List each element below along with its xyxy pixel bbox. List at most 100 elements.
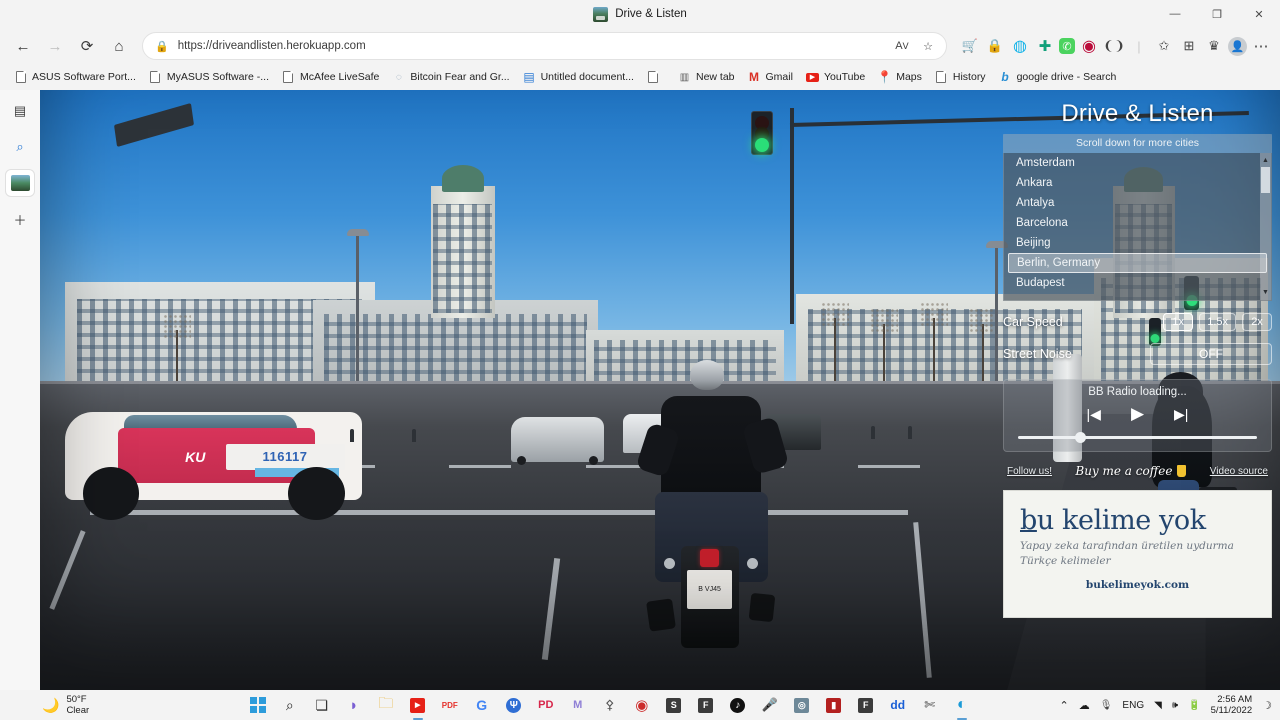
profile-avatar[interactable]: 👤 bbox=[1228, 36, 1247, 56]
audacity-icon[interactable]: ▮ bbox=[823, 694, 845, 716]
shopping-cart-icon[interactable]: 🛒 bbox=[959, 35, 981, 57]
next-track-icon[interactable]: ▶| bbox=[1174, 406, 1188, 423]
snipping-tool-icon[interactable]: ✄ bbox=[919, 694, 941, 716]
scroll-up-arrow-icon[interactable]: ▲ bbox=[1261, 155, 1270, 166]
maximize-button[interactable]: ❐ bbox=[1196, 0, 1238, 28]
buy-me-a-coffee-link[interactable]: Buy me a coffee bbox=[1075, 464, 1187, 478]
voice-recorder-icon[interactable]: ◉ bbox=[631, 694, 653, 716]
back-button[interactable]: ← bbox=[8, 31, 38, 61]
wifi-icon[interactable]: ◥ bbox=[1154, 700, 1162, 711]
chat-icon[interactable]: ◗ bbox=[343, 694, 365, 716]
search-icon[interactable]: ⌕ bbox=[6, 134, 34, 160]
volume-icon[interactable]: 🕪 bbox=[1172, 700, 1178, 711]
bookmark-item[interactable]: M Gmail bbox=[742, 68, 799, 87]
follow-us-link[interactable]: Follow us! bbox=[1007, 466, 1052, 477]
buy-me-a-coffee-label: Buy me a coffee bbox=[1075, 464, 1173, 478]
language-indicator[interactable]: ENG bbox=[1122, 700, 1144, 711]
ilovepdf-icon[interactable]: PDF bbox=[439, 694, 461, 716]
bookmark-item[interactable]: ▤ Untitled document... bbox=[517, 68, 640, 87]
speed-1.5x-button[interactable]: 1.5x bbox=[1199, 313, 1236, 331]
wondershare-icon[interactable]: Ψ bbox=[503, 694, 525, 716]
volume-slider[interactable] bbox=[1018, 432, 1257, 443]
scroll-down-arrow-icon[interactable]: ▼ bbox=[1261, 287, 1270, 298]
bookmark-item[interactable]: ◌ Bitcoin Fear and Gr... bbox=[386, 68, 515, 87]
bookmark-item[interactable]: 📍 Maps bbox=[872, 68, 928, 87]
plus-icon[interactable]: ✚ bbox=[1034, 35, 1056, 57]
address-bar[interactable]: 🔒 https://driveandlisten.herokuapp.com A… bbox=[142, 32, 947, 60]
facebook-icon[interactable]: F bbox=[855, 694, 877, 716]
filmora-icon[interactable]: M bbox=[567, 694, 589, 716]
favorite-star-icon[interactable]: ☆ bbox=[916, 34, 940, 58]
city-list[interactable]: Amsterdam Ankara Antalya Barcelona Beiji… bbox=[1003, 153, 1272, 301]
city-option-ankara[interactable]: Ankara bbox=[1004, 173, 1271, 193]
bookmark-item[interactable]: b google drive - Search bbox=[993, 68, 1123, 87]
notification-bell-icon[interactable]: ☽ bbox=[1262, 699, 1272, 712]
start-button[interactable] bbox=[247, 694, 269, 716]
battery-icon[interactable]: 🔋 bbox=[1188, 700, 1200, 711]
bookmark-item[interactable]: MyASUS Software -... bbox=[143, 68, 275, 87]
city-option-beijing[interactable]: Beijing bbox=[1004, 233, 1271, 253]
video-source-link[interactable]: Video source bbox=[1210, 466, 1268, 477]
clock[interactable]: 2:56 AM 5/11/2022 bbox=[1211, 694, 1253, 716]
city-selector[interactable]: Scroll down for more cities Amsterdam An… bbox=[1003, 134, 1272, 301]
youtube-icon[interactable]: ▶ bbox=[407, 694, 429, 716]
bookmark-item[interactable]: History bbox=[929, 68, 992, 87]
city-option-antalya[interactable]: Antalya bbox=[1004, 193, 1271, 213]
city-option-budapest[interactable]: Budapest bbox=[1004, 273, 1271, 293]
refresh-button[interactable]: ⟳ bbox=[72, 31, 102, 61]
minimize-button[interactable]: — bbox=[1154, 0, 1196, 28]
collections-icon[interactable]: ✩ bbox=[1153, 35, 1175, 57]
microphone-icon[interactable]: 🎤 bbox=[759, 694, 781, 716]
play-icon[interactable]: ▶ bbox=[1131, 404, 1144, 424]
microsoft-edge-icon[interactable]: ◐ bbox=[951, 694, 973, 716]
browser-essentials-icon[interactable]: ⊞ bbox=[1178, 35, 1200, 57]
onedrive-icon[interactable]: ☁ bbox=[1079, 699, 1090, 712]
gamepad-icon[interactable]: ◎ bbox=[791, 694, 813, 716]
settings-more-icon[interactable]: ⋯ bbox=[1250, 35, 1272, 57]
home-button[interactable]: ⌂ bbox=[104, 31, 134, 61]
show-hidden-icons-chevron[interactable]: ⌃ bbox=[1060, 699, 1069, 712]
speed-1x-button[interactable]: 1x bbox=[1163, 313, 1194, 331]
opera-icon[interactable]: ◉ bbox=[1078, 35, 1100, 57]
close-button[interactable]: ✕ bbox=[1238, 0, 1280, 28]
pdfelement-icon[interactable]: PD bbox=[535, 694, 557, 716]
rewards-icon[interactable]: ♛ bbox=[1203, 35, 1225, 57]
speed-2x-button[interactable]: 2x bbox=[1242, 313, 1272, 331]
street-noise-toggle[interactable]: OFF bbox=[1150, 343, 1272, 365]
bookmark-item[interactable] bbox=[641, 68, 671, 87]
circle-blue-icon[interactable]: ◍ bbox=[1009, 35, 1031, 57]
city-option-amsterdam[interactable]: Amsterdam bbox=[1004, 153, 1271, 173]
browser-tab[interactable]: Drive & Listen bbox=[0, 0, 1280, 28]
volume-slider-thumb[interactable] bbox=[1075, 432, 1087, 443]
bookmark-item[interactable]: ▶ YouTube bbox=[800, 68, 871, 86]
bookmark-item[interactable]: ▥ New tab bbox=[672, 68, 741, 87]
google-chrome-icon[interactable]: G bbox=[471, 694, 493, 716]
file-explorer-icon[interactable]: 🗀 bbox=[375, 694, 397, 716]
dd-icon[interactable]: dd bbox=[887, 694, 909, 716]
lastpass-icon[interactable]: 🔒 bbox=[984, 35, 1006, 57]
search-icon[interactable]: ⌕ bbox=[279, 694, 301, 716]
copilot-tab-icon[interactable]: ▤ bbox=[6, 98, 34, 124]
city-option-barcelona[interactable]: Barcelona bbox=[1004, 213, 1271, 233]
advertisement-banner[interactable]: bu kelime yok Yapay zeka tarafından üret… bbox=[1003, 490, 1272, 618]
microphone-tray-icon[interactable]: 🎙 bbox=[1100, 700, 1113, 711]
bookmark-item[interactable]: McAfee LiveSafe bbox=[276, 68, 385, 87]
slack-icon[interactable]: S bbox=[663, 694, 685, 716]
site-thumbnail-icon[interactable] bbox=[6, 170, 34, 196]
city-list-scrollbar[interactable]: ▲ ▼ bbox=[1260, 153, 1271, 300]
drive-and-listen-app[interactable]: KU 116117 B VJ45 Drive & Listen Scroll d… bbox=[40, 90, 1280, 690]
scrollbar-thumb[interactable] bbox=[1261, 167, 1270, 193]
figma-icon[interactable]: F bbox=[695, 694, 717, 716]
add-site-icon[interactable]: ＋ bbox=[6, 206, 34, 232]
forward-button[interactable]: → bbox=[40, 31, 70, 61]
paint-3d-icon[interactable]: ⚴ bbox=[599, 694, 621, 716]
previous-track-icon[interactable]: |◀ bbox=[1087, 406, 1101, 423]
bookmark-item[interactable]: ASUS Software Port... bbox=[8, 68, 142, 87]
weather-widget[interactable]: 🌙 50°F Clear bbox=[0, 694, 160, 716]
read-aloud-icon[interactable]: Aᐯ bbox=[890, 34, 914, 58]
tiktok-icon[interactable]: ♪ bbox=[727, 694, 749, 716]
split-screen-icon[interactable]: ❨❩ bbox=[1103, 35, 1125, 57]
task-view-icon[interactable]: ❏ bbox=[311, 694, 333, 716]
city-option-berlin[interactable]: Berlin, Germany bbox=[1008, 253, 1267, 273]
whatsapp-icon[interactable]: ✆ bbox=[1059, 38, 1075, 54]
